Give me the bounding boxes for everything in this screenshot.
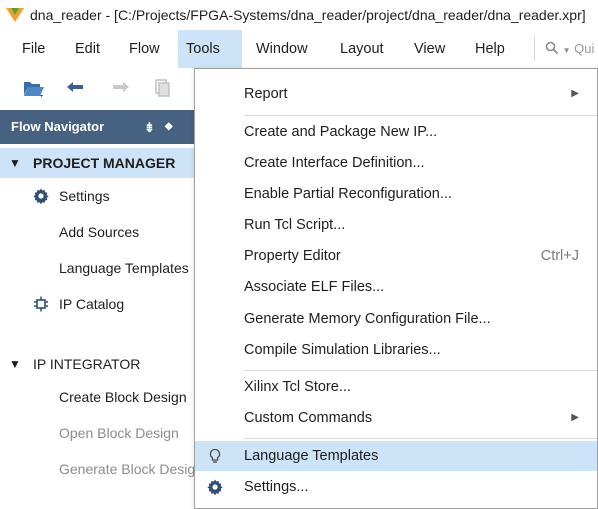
chevron-down-icon: ▼	[562, 46, 571, 55]
menu-item-create-package-ip[interactable]: Create and Package New IP...	[195, 117, 597, 147]
menu-item-enable-partial-reconfiguration[interactable]: Enable Partial Reconfiguration...	[195, 179, 597, 209]
chevron-down-icon: ▼	[9, 357, 21, 371]
menu-item-xilinx-tcl-store[interactable]: Xilinx Tcl Store...	[195, 372, 597, 402]
submenu-arrow-icon: ▶	[571, 412, 579, 423]
lightbulb-icon	[209, 448, 221, 463]
flow-navigator-title: Flow Navigator	[11, 119, 105, 134]
menu-tools[interactable]: Tools	[178, 30, 242, 68]
menu-view[interactable]: View	[406, 30, 453, 68]
quick-access-search[interactable]: ▼ Qui	[534, 37, 598, 61]
ip-catalog-icon	[34, 296, 48, 312]
menu-item-language-templates[interactable]: Language Templates	[195, 441, 597, 471]
nav-item-add-sources[interactable]: Add Sources	[59, 217, 139, 247]
nav-item-settings[interactable]: Settings	[33, 181, 110, 211]
vivado-logo-icon	[6, 8, 24, 22]
section-project-manager[interactable]: ▼ PROJECT MANAGER	[0, 148, 198, 178]
window-title: dna_reader - [C:/Projects/FPGA-Systems/d…	[30, 7, 586, 23]
menu-edit[interactable]: Edit	[67, 30, 108, 68]
menu-item-custom-commands[interactable]: Custom Commands ▶	[195, 403, 597, 433]
quick-access-placeholder: Qui	[574, 41, 595, 56]
menu-separator	[244, 115, 597, 116]
menu-window[interactable]: Window	[248, 30, 316, 68]
open-project-button[interactable]	[22, 76, 46, 100]
nav-item-open-block-design[interactable]: Open Block Design	[59, 418, 179, 448]
menu-item-report[interactable]: Report ▶	[195, 79, 597, 109]
menu-item-settings[interactable]: Settings...	[195, 472, 597, 502]
gear-icon	[207, 479, 223, 495]
nav-item-generate-block-design[interactable]: Generate Block Design	[59, 454, 198, 484]
shortcut-label: Ctrl+J	[540, 248, 579, 264]
menu-help[interactable]: Help	[467, 30, 513, 68]
undo-button[interactable]	[64, 76, 88, 100]
menu-separator	[244, 438, 597, 439]
expand-collapse-icon[interactable]: ◆	[165, 122, 173, 132]
menu-item-compile-simulation-libraries[interactable]: Compile Simulation Libraries...	[195, 335, 597, 365]
menu-item-create-interface-definition[interactable]: Create Interface Definition...	[195, 148, 597, 178]
menu-separator	[244, 370, 597, 371]
nav-item-create-block-design[interactable]: Create Block Design	[59, 382, 187, 412]
menu-layout[interactable]: Layout	[332, 30, 392, 68]
copy-icon	[155, 79, 170, 97]
tools-menu-dropdown: Report ▶ Create and Package New IP... Cr…	[194, 68, 598, 509]
redo-icon	[113, 82, 129, 92]
nav-item-language-templates[interactable]: Language Templates	[59, 253, 189, 283]
menu-item-property-editor[interactable]: Property Editor Ctrl+J	[195, 241, 597, 271]
collapse-all-icon[interactable]: ⇟	[144, 121, 155, 134]
menu-item-run-tcl-script[interactable]: Run Tcl Script...	[195, 210, 597, 240]
section-ip-integrator[interactable]: ▼ IP INTEGRATOR	[0, 349, 198, 379]
menu-bar: File Edit Flow Tools Window Layout View …	[0, 30, 598, 68]
flow-navigator: ▼ PROJECT MANAGER Settings Add Sources L…	[0, 146, 198, 509]
submenu-arrow-icon: ▶	[571, 88, 579, 99]
title-bar: dna_reader - [C:/Projects/FPGA-Systems/d…	[0, 0, 598, 30]
menu-item-generate-memory-config-file[interactable]: Generate Memory Configuration File...	[195, 304, 597, 334]
search-icon	[545, 41, 559, 55]
nav-item-ip-catalog[interactable]: IP Catalog	[34, 289, 124, 319]
undo-icon	[67, 82, 83, 92]
menu-flow[interactable]: Flow	[121, 30, 168, 68]
chevron-down-icon: ▼	[9, 156, 21, 170]
gear-icon	[33, 188, 49, 204]
open-folder-icon	[24, 82, 44, 97]
menu-item-associate-elf-files[interactable]: Associate ELF Files...	[195, 272, 597, 302]
flow-navigator-header: Flow Navigator ⇟ ◆	[0, 110, 198, 144]
menu-file[interactable]: File	[14, 30, 53, 68]
copy-button[interactable]	[150, 76, 174, 100]
redo-button[interactable]	[108, 76, 132, 100]
